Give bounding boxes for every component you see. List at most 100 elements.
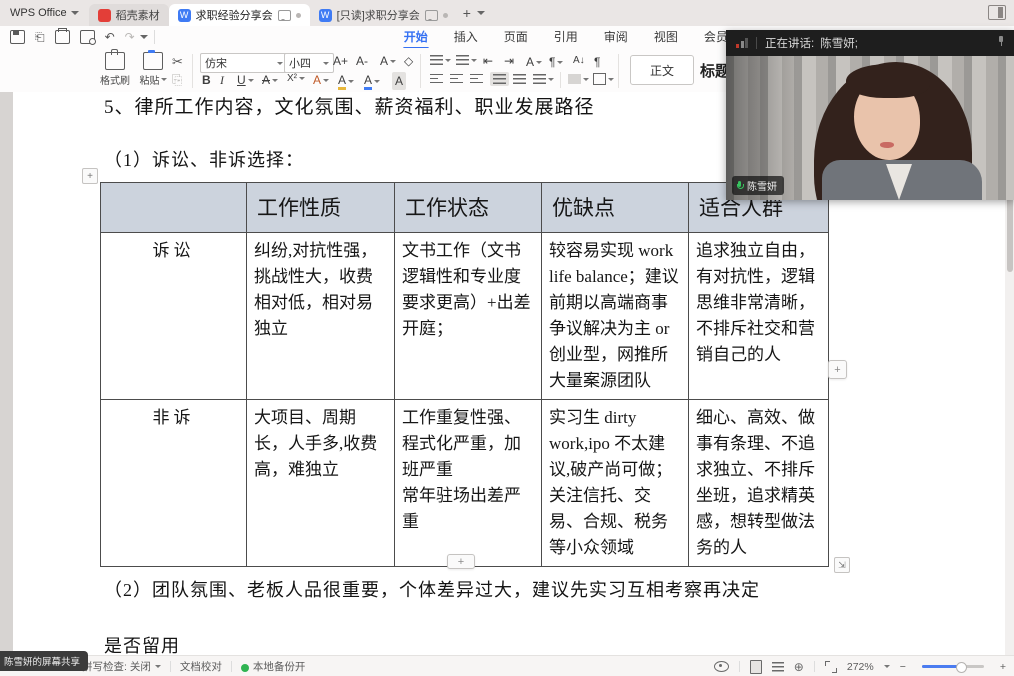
meeting-video-panel[interactable]: 正在讲话: 陈雪妍; 陈雪妍 <box>726 30 1014 200</box>
spell-check-status[interactable]: 拼写检查: 关闭 <box>82 659 151 674</box>
zoom-level[interactable]: 272% <box>847 661 874 673</box>
row-label-cell[interactable]: 诉讼 <box>101 233 247 400</box>
cell-status[interactable]: 工作重复性强、程式化严重，加班严重 常年驻场出差严重 <box>395 400 542 567</box>
app-menu[interactable]: WPS Office <box>0 7 89 19</box>
paste-button[interactable]: 粘贴 <box>136 52 170 87</box>
local-backup-status[interactable]: 本地备份开 <box>253 659 306 674</box>
tab-readonly-doc[interactable]: W [只读]求职分享会 <box>310 4 457 26</box>
cell-pros-cons[interactable]: 实习生 dirty work,ipo 不太建议,破产尚可做；关注信托、交易、合规… <box>542 400 689 567</box>
cell-nature[interactable]: 大项目、周期长，人手多,收费高，难独立 <box>247 400 395 567</box>
grow-font-button[interactable]: A+ <box>333 54 348 68</box>
text-outline-button[interactable]: A <box>313 73 329 87</box>
cell-nature[interactable]: 纠纷,对抗性强，挑战性大，收费相对低，相对易独立 <box>247 233 395 400</box>
ribbon-tab-insert[interactable]: 插入 <box>441 26 491 49</box>
web-view-icon[interactable]: ⊕ <box>794 660 804 674</box>
window-layout-icon[interactable] <box>988 5 1006 20</box>
border-button[interactable] <box>593 73 614 85</box>
cell-pros-cons[interactable]: 较容易实现 work life balance；建议前期以高端商事争议解决为主 … <box>542 233 689 400</box>
table-move-handle[interactable]: + <box>82 168 98 184</box>
shrink-font-button[interactable]: A- <box>356 54 368 68</box>
zoom-slider[interactable] <box>922 665 984 668</box>
align-right-button[interactable] <box>470 74 483 84</box>
unsaved-dot-icon <box>296 13 301 18</box>
text-effect-button[interactable]: A <box>380 54 396 68</box>
add-column-button[interactable]: + <box>828 360 847 379</box>
header-cell-pros-cons[interactable]: 优缺点 <box>542 183 689 233</box>
pin-icon[interactable] <box>996 36 1006 46</box>
copy-button[interactable]: ⎘ <box>172 72 182 88</box>
style-body-text[interactable]: 正文 <box>630 55 694 85</box>
undo-button[interactable]: ↶ <box>100 26 120 48</box>
cut-button[interactable]: ✂ <box>172 54 183 70</box>
highlight-color-button[interactable]: A <box>338 73 354 90</box>
cell-suitable[interactable]: 追求独立自由，有对抗性，逻辑思维非常清晰，不排斥社交和营销自己的人 <box>689 233 829 400</box>
page-view-icon[interactable] <box>750 660 762 674</box>
row-label-cell[interactable]: 非诉 <box>101 400 247 567</box>
cell-suitable[interactable]: 细心、高效、做事有条理、不追求独立、不排斥坐班，追求精英感，想转型做法务的人 <box>689 400 829 567</box>
decrease-indent-button[interactable]: ⇤ <box>483 54 493 68</box>
header-cell-blank[interactable] <box>101 183 247 233</box>
export-pdf-button[interactable]: ⎗ <box>30 26 50 48</box>
divider <box>231 661 232 672</box>
shading-button[interactable] <box>568 74 589 84</box>
zoom-slider-fill <box>922 665 960 668</box>
tab-label: [只读]求职分享会 <box>337 7 420 23</box>
tab-docer-material[interactable]: 稻壳素材 <box>89 4 169 26</box>
sort-button[interactable]: A↓ <box>573 55 585 66</box>
fit-screen-icon[interactable] <box>825 661 837 673</box>
print-button[interactable] <box>55 30 70 44</box>
zoom-in-button[interactable]: + <box>1000 661 1006 673</box>
align-left-button[interactable] <box>430 74 443 84</box>
app-menu-label: WPS Office <box>10 7 67 19</box>
proofread-button[interactable]: 文档校对 <box>180 659 222 674</box>
add-row-button[interactable]: + <box>447 554 475 569</box>
zoom-out-button[interactable]: − <box>900 661 906 673</box>
line-spacing-button[interactable] <box>533 74 554 84</box>
outline-view-icon[interactable] <box>772 662 784 672</box>
font-size-select[interactable]: 小四 <box>284 53 334 73</box>
table-resize-handle[interactable]: ⇲ <box>834 557 850 573</box>
bold-button[interactable]: B <box>202 73 211 87</box>
redo-button[interactable]: ↷ <box>120 26 140 48</box>
justify-button[interactable] <box>490 72 509 86</box>
increase-indent-button[interactable]: ⇥ <box>504 54 514 68</box>
cell-status[interactable]: 文书工作（文书逻辑性和专业度要求更高）+出差开庭； <box>395 233 542 400</box>
ribbon-tab-review[interactable]: 审阅 <box>591 26 641 49</box>
tab-job-share-doc[interactable]: W 求职经验分享会 <box>169 4 310 26</box>
italic-button[interactable]: I <box>220 73 224 88</box>
zoom-slider-knob[interactable] <box>956 662 967 673</box>
chevron-down-icon <box>548 78 554 84</box>
ribbon-tab-home[interactable]: 开始 <box>391 26 441 49</box>
paragraph-layout-button[interactable]: ¶ <box>549 55 563 69</box>
comparison-table[interactable]: 工作性质 工作状态 优缺点 适合人群 诉讼 纠纷,对抗性强，挑战性大，收费相对低… <box>100 182 829 567</box>
eye-protect-icon[interactable] <box>714 661 729 672</box>
number-list-button[interactable] <box>456 55 477 65</box>
quick-access-more-dropdown[interactable] <box>140 35 148 43</box>
header-cell-status[interactable]: 工作状态 <box>395 183 542 233</box>
ribbon-tab-reference[interactable]: 引用 <box>541 26 591 49</box>
ribbon-tab-view[interactable]: 视图 <box>641 26 691 49</box>
header-cell-nature[interactable]: 工作性质 <box>247 183 395 233</box>
distribute-button[interactable] <box>513 74 526 84</box>
align-center-button[interactable] <box>450 74 463 84</box>
table-row-non-litigation: 非诉 大项目、周期长，人手多,收费高，难独立 工作重复性强、程式化严重，加班严重… <box>101 400 829 567</box>
format-painter-button[interactable]: 格式刷 <box>98 52 132 87</box>
new-tab-button[interactable]: + <box>457 5 477 21</box>
comment-icon <box>278 10 291 21</box>
chevron-down-icon <box>583 78 589 84</box>
superscript-button[interactable]: X² <box>287 73 305 84</box>
font-color-button[interactable]: A <box>364 73 380 90</box>
show-marks-button[interactable]: ¶ <box>594 55 600 69</box>
clear-format-button[interactable]: ◇ <box>404 54 413 68</box>
strikethrough-button[interactable]: A <box>262 73 278 87</box>
tab-list-dropdown[interactable] <box>477 11 485 19</box>
ribbon-tab-page[interactable]: 页面 <box>491 26 541 49</box>
bullet-list-button[interactable] <box>430 55 451 65</box>
font-name-select[interactable]: 仿宋 <box>200 53 288 73</box>
char-shading-button[interactable]: A <box>392 72 406 90</box>
print-preview-button[interactable] <box>80 30 95 44</box>
text-tool-button[interactable]: A <box>526 55 542 69</box>
save-button[interactable] <box>10 30 25 44</box>
underline-button[interactable]: U <box>237 73 254 87</box>
doc-subheading-1: （1）诉讼、非诉选择： <box>104 146 304 172</box>
